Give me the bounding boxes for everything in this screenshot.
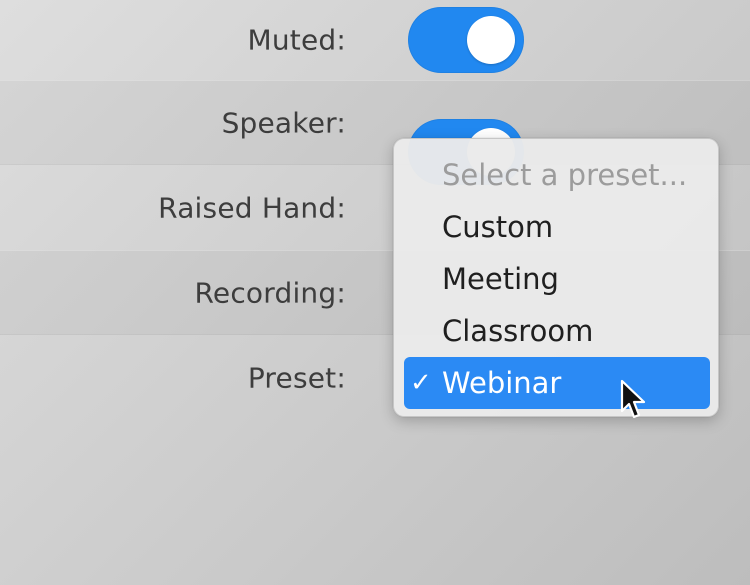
preset-option-webinar-label: Webinar [442, 366, 562, 400]
raised-hand-label: Raised Hand: [158, 191, 346, 224]
preset-placeholder: Select a preset... [442, 158, 688, 192]
checkmark-icon: ✓ [410, 368, 432, 398]
toggle-knob [467, 16, 515, 64]
arrow-cursor-icon [620, 379, 646, 419]
preset-option-meeting[interactable]: Meeting [404, 253, 710, 305]
muted-toggle[interactable] [408, 7, 524, 73]
speaker-label: Speaker: [221, 106, 346, 139]
preset-label: Preset: [247, 361, 346, 394]
preset-option-webinar[interactable]: ✓ Webinar [404, 357, 710, 409]
preset-option-classroom[interactable]: Classroom [404, 305, 710, 357]
recording-label: Recording: [194, 276, 346, 309]
muted-label: Muted: [247, 23, 346, 57]
setting-row-muted: Muted: [0, 0, 750, 80]
preset-option-custom[interactable]: Custom [404, 201, 710, 253]
preset-dropdown-menu[interactable]: Select a preset... Custom Meeting Classr… [393, 138, 719, 417]
